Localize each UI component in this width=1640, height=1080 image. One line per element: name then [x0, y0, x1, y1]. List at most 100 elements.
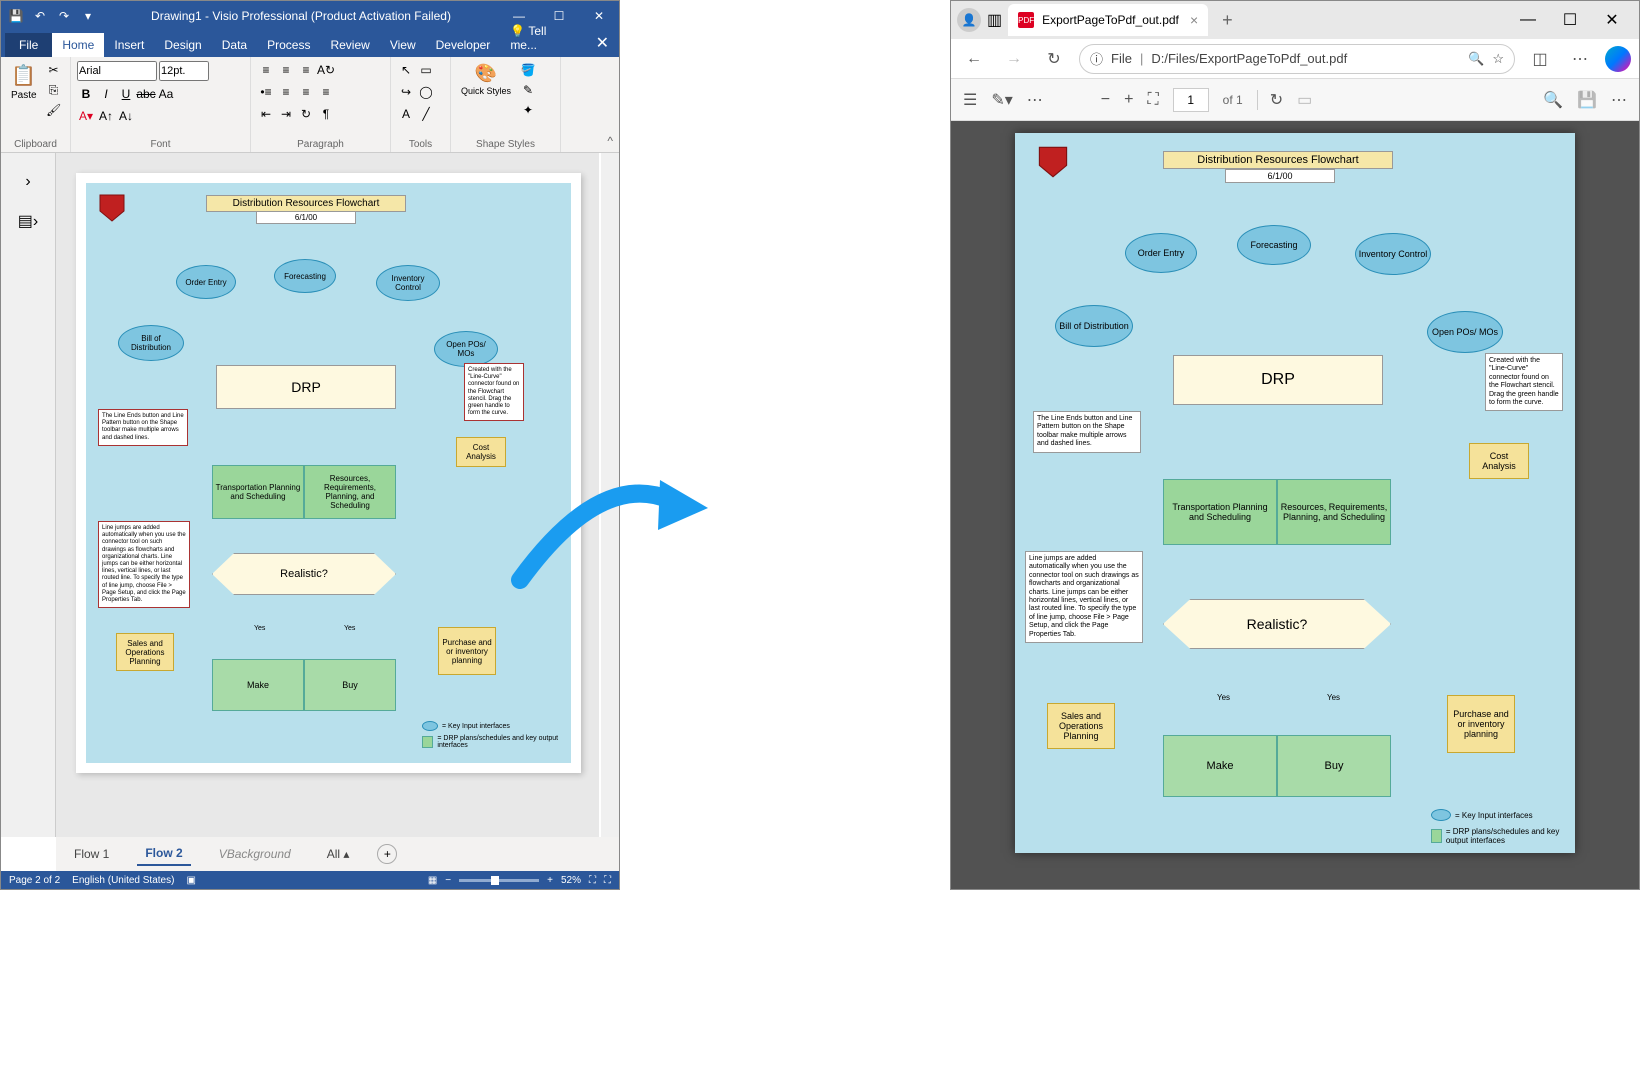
tab-process[interactable]: Process [257, 33, 320, 57]
browser-tab[interactable]: PDF ExportPageToPdf_out.pdf × [1008, 4, 1208, 36]
font-color-button[interactable]: A▾ [77, 107, 95, 125]
zoom-out-button[interactable]: − [445, 875, 451, 886]
node-forecasting[interactable]: Forecasting [274, 259, 336, 293]
macro-record-icon[interactable]: ▣ [186, 875, 195, 886]
align-top-button[interactable]: ≡ [257, 61, 275, 79]
draw-icon[interactable]: ✎▾ [991, 90, 1012, 110]
line-tool-icon[interactable]: ╱ [417, 105, 435, 123]
edge-maximize-button[interactable]: ☐ [1549, 4, 1591, 36]
undo-icon[interactable]: ↶ [29, 5, 51, 27]
copilot-icon[interactable] [1605, 46, 1631, 72]
new-tab-button[interactable]: + [1214, 10, 1241, 31]
page-tab-all[interactable]: All ▴ [319, 843, 358, 865]
edge-minimize-button[interactable]: — [1507, 4, 1549, 36]
shapes-pane-collapsed[interactable]: › ▤› [1, 153, 56, 837]
page-view-icon[interactable]: ▭ [1297, 90, 1312, 110]
font-size-select[interactable] [159, 61, 209, 81]
page-tab-vbackground[interactable]: VBackground [211, 843, 299, 865]
ellipse-tool-icon[interactable]: ◯ [417, 83, 435, 101]
tell-me[interactable]: 💡 Tell me... [500, 19, 585, 57]
quick-styles-button[interactable]: 🎨 Quick Styles [457, 61, 515, 148]
connector-tool-icon[interactable]: ↪ [397, 83, 415, 101]
forward-button[interactable]: → [999, 44, 1029, 74]
zoom-slider[interactable] [459, 879, 539, 882]
pdf-more-icon[interactable]: ⋯ [1611, 90, 1627, 110]
zoom-in-button[interactable]: + [547, 875, 553, 886]
edge-close-button[interactable]: ✕ [1591, 4, 1633, 36]
add-page-button[interactable]: + [377, 844, 397, 864]
node-order-entry[interactable]: Order Entry [176, 265, 236, 299]
tab-design[interactable]: Design [154, 33, 211, 57]
cut-icon[interactable]: ✂ [45, 61, 63, 79]
tab-view[interactable]: View [380, 33, 426, 57]
zoom-in-icon[interactable]: + [1124, 91, 1133, 109]
page-tab-flow1[interactable]: Flow 1 [66, 843, 117, 865]
close-ribbon-button[interactable]: ✕ [586, 29, 619, 57]
workspaces-icon[interactable]: ▥ [987, 10, 1002, 30]
copy-icon[interactable]: ⎘ [45, 81, 63, 99]
settings-more-icon[interactable]: ⋯ [1565, 44, 1595, 74]
node-sales-ops[interactable]: Sales and Operations Planning [116, 633, 174, 671]
refresh-button[interactable]: ↻ [1039, 44, 1069, 74]
strike-button[interactable]: abc [137, 85, 155, 103]
save-icon[interactable]: 💾 [5, 5, 27, 27]
fill-button[interactable]: 🪣 [519, 61, 537, 79]
fit-width-icon[interactable]: ⛶ [604, 875, 611, 886]
font-name-select[interactable] [77, 61, 157, 81]
presentation-mode-icon[interactable]: ▦ [428, 875, 437, 886]
expand-shapes-icon[interactable]: › [25, 173, 30, 191]
align-middle-button[interactable]: ≡ [277, 61, 295, 79]
orientation-button[interactable]: A↻ [317, 61, 335, 79]
node-resources[interactable]: Resources, Requirements, Planning, and S… [304, 465, 396, 519]
rotate-icon[interactable]: ↻ [1257, 90, 1283, 110]
split-screen-icon[interactable]: ◫ [1525, 44, 1555, 74]
indent-inc-button[interactable]: ⇥ [277, 105, 295, 123]
page-input[interactable] [1173, 88, 1209, 112]
effects-button[interactable]: ✦ [519, 101, 537, 119]
info-icon[interactable]: ⓘ [1090, 49, 1103, 68]
tab-developer[interactable]: Developer [426, 33, 501, 57]
node-make[interactable]: Make [212, 659, 304, 711]
find-icon[interactable]: 🔍 [1543, 90, 1563, 110]
align-bottom-button[interactable]: ≡ [297, 61, 315, 79]
pdf-viewport[interactable]: Distribution Resources Flowchart 6/1/00 … [951, 121, 1639, 889]
grow-font-button[interactable]: A↑ [97, 107, 115, 125]
profile-icon[interactable]: 👤 [957, 8, 981, 32]
rect-tool-icon[interactable]: ▭ [417, 61, 435, 79]
tab-close-icon[interactable]: × [1190, 12, 1198, 28]
line-button[interactable]: ✎ [519, 81, 537, 99]
address-bar[interactable]: ⓘ File | D:/Files/ExportPageToPdf_out.pd… [1079, 44, 1515, 74]
save-pdf-icon[interactable]: 💾 [1577, 90, 1597, 110]
back-button[interactable]: ← [959, 44, 989, 74]
tab-home[interactable]: Home [52, 33, 104, 57]
zoom-out-icon[interactable]: − [1101, 91, 1110, 109]
node-open-pos[interactable]: Open POs/ MOs [434, 331, 498, 367]
tab-insert[interactable]: Insert [104, 33, 154, 57]
tab-review[interactable]: Review [320, 33, 379, 57]
zoom-level[interactable]: 52% [561, 875, 581, 886]
align-center-button[interactable]: ≡ [297, 83, 315, 101]
tab-data[interactable]: Data [212, 33, 257, 57]
format-painter-icon[interactable]: 🖌 [45, 101, 63, 119]
contents-icon[interactable]: ☰ [963, 90, 977, 110]
shapes-icon[interactable]: ▤› [18, 211, 38, 231]
drawing-page[interactable]: Distribution Resources Flowchart 6/1/00 … [76, 173, 581, 773]
text-effects-button[interactable]: Aa [157, 85, 175, 103]
node-buy[interactable]: Buy [304, 659, 396, 711]
underline-button[interactable]: U [117, 85, 135, 103]
paste-button[interactable]: 📋 Paste [7, 61, 41, 148]
indent-dec-button[interactable]: ⇤ [257, 105, 275, 123]
zoom-indicator-icon[interactable]: 🔍 [1468, 51, 1484, 67]
align-left-button[interactable]: ≡ [277, 83, 295, 101]
page-tab-flow2[interactable]: Flow 2 [137, 842, 190, 866]
node-realistic[interactable]: Realistic? [212, 553, 396, 595]
redo-icon[interactable]: ↷ [53, 5, 75, 27]
node-cost[interactable]: Cost Analysis [456, 437, 506, 467]
node-drp[interactable]: DRP [216, 365, 396, 409]
fit-page-icon[interactable]: ⛶ [589, 875, 596, 886]
italic-button[interactable]: I [97, 85, 115, 103]
node-inventory[interactable]: Inventory Control [376, 265, 440, 301]
node-purchase-inv[interactable]: Purchase and or inventory planning [438, 627, 496, 675]
fit-icon[interactable]: ⛶ [1147, 91, 1158, 109]
more-tools-icon[interactable]: ⋯ [1027, 90, 1043, 110]
